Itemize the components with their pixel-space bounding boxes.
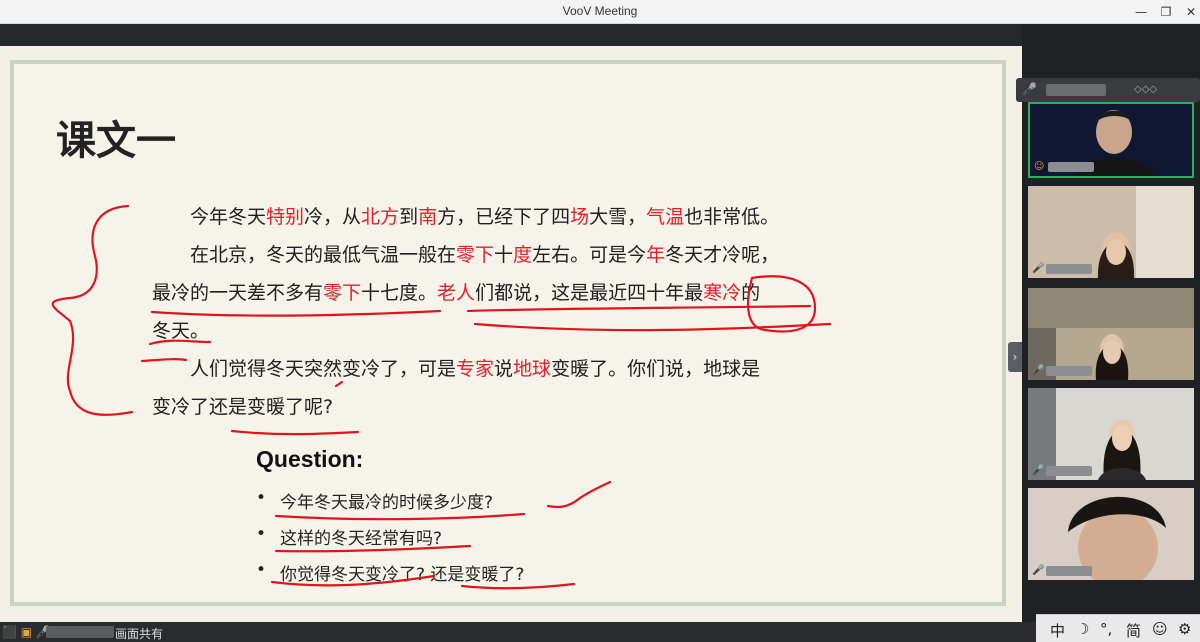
mic-icon[interactable]: 🎤 <box>1022 82 1038 98</box>
redacted-name <box>46 626 114 638</box>
highlighted-term: 特别 <box>266 206 305 228</box>
bullet: • <box>256 488 267 508</box>
ime-settings-icon[interactable]: ⚙ <box>1178 620 1191 638</box>
highlighted-term: 北方 <box>361 206 400 228</box>
mic-icon: 🎤 <box>1032 263 1045 274</box>
paragraph-text: 十七度。 <box>361 282 438 304</box>
paragraph-text: 在北京，冬天的最低气温一般在 <box>190 244 457 266</box>
paragraph-text: 变冷了还是变暖了呢? <box>152 396 334 418</box>
highlighted-term: 场 <box>570 206 590 228</box>
paragraph-text: 冷，从 <box>304 206 362 228</box>
participant-icon: ☺ <box>1034 161 1045 172</box>
video-tile[interactable]: 🎤 <box>1028 288 1194 380</box>
paragraph-line-5: 人们觉得冬天突然变冷了，可是专家说地球变暖了。你们说，地球是 <box>190 350 760 388</box>
redacted-name <box>1048 162 1094 172</box>
paragraph-text: 们都说，这是最近四十年最 <box>475 282 704 304</box>
ime-punctuation[interactable]: °, <box>1100 620 1112 638</box>
mic-icon: 🎤 <box>1032 565 1045 576</box>
paragraph-text: 冬天才冷呢， <box>665 244 780 266</box>
video-tile[interactable]: 🎤 <box>1028 488 1194 580</box>
mic-icon: 🎤 <box>1032 465 1045 476</box>
paragraph-text: 到 <box>399 206 419 228</box>
paragraph-text: 说 <box>494 358 514 380</box>
redacted-name <box>1046 84 1106 96</box>
participant-panel-header[interactable]: 🎤 ◇◇◇ <box>1016 78 1200 102</box>
lesson-title: 课文一 <box>56 118 176 164</box>
slide: 课文一 今年冬天特别冷，从北方到南方，已经下了四场大雪，气温也非常低。 在北京，… <box>0 46 1022 622</box>
highlighted-term: 地球 <box>513 358 552 380</box>
ime-moon-icon[interactable]: ☽ <box>1076 620 1089 638</box>
question-item: • 这样的冬天经常有吗? <box>256 524 443 549</box>
highlighted-term: 零下 <box>456 244 495 266</box>
highlighted-term: 气温 <box>646 206 685 228</box>
window-titlebar: VooV Meeting — ❐ ✕ <box>0 0 1200 24</box>
bullet: • <box>256 524 267 544</box>
paragraph-text: 方，已经下了四 <box>437 206 571 228</box>
video-tile[interactable]: 🎤 <box>1028 388 1194 480</box>
ime-simplified[interactable]: 简 <box>1126 620 1141 641</box>
paragraph-text: 今年冬天 <box>190 206 267 228</box>
highlighted-term: 南 <box>418 206 438 228</box>
ime-toolbar: 中 ☽ °, 简 ☺ ⚙ <box>1036 614 1200 642</box>
ime-chinese-mode[interactable]: 中 <box>1050 620 1065 641</box>
video-tile[interactable]: ☺ <box>1028 102 1194 178</box>
status-bar: ⬛ ▣ 🎤 画面共有 <box>0 622 1200 642</box>
paragraph-text: 变暖了。你们说，地球是 <box>551 358 761 380</box>
highlighted-term: 度 <box>513 244 533 266</box>
paragraph-text: 冬天。 <box>152 320 210 342</box>
highlighted-term: 年 <box>646 244 666 266</box>
paragraph-line-2: 在北京，冬天的最低气温一般在零下十度左右。可是今年冬天才冷呢， <box>190 236 779 274</box>
close-button[interactable]: ✕ <box>1178 2 1200 22</box>
paragraph-text: 的 <box>741 282 761 304</box>
window-title: VooV Meeting <box>562 4 638 18</box>
question-text: 今年冬天最冷的时候多少度? <box>280 493 494 513</box>
question-title: Question: <box>256 446 364 472</box>
paragraph-text: 左右。可是今 <box>532 244 647 266</box>
paragraph-line-4: 冬天。 <box>152 312 209 350</box>
paragraph-line-3: 最冷的一天差不多有零下十七度。老人们都说，这是最近四十年最寒冷的 <box>152 274 760 312</box>
redacted-name <box>1046 366 1092 376</box>
highlighted-term: 零下 <box>323 282 362 304</box>
paragraph-text: 最冷的一天差不多有 <box>152 282 324 304</box>
screen-share-label: 画面共有 <box>115 627 164 641</box>
highlighted-term: 寒冷 <box>703 282 742 304</box>
paragraph-text: 人们觉得冬天突然变冷了，可是 <box>190 358 457 380</box>
redacted-name <box>1046 264 1092 274</box>
highlighted-term: 老人 <box>437 282 476 304</box>
share-status-icons[interactable]: ⬛ ▣ 🎤 <box>2 625 51 639</box>
bullet: • <box>256 560 267 580</box>
question-text: 你觉得冬天变冷了? 还是变暖了? <box>280 565 525 585</box>
redacted-name <box>1046 466 1092 476</box>
paragraph-line-6: 变冷了还是变暖了呢? <box>152 388 333 426</box>
paragraph-text: 大雪， <box>589 206 647 228</box>
highlighted-term: 专家 <box>456 358 495 380</box>
video-tile[interactable]: 🎤 <box>1028 186 1194 278</box>
collapse-panel-button[interactable]: › <box>1008 342 1022 372</box>
question-item: • 你觉得冬天变冷了? 还是变暖了? <box>256 560 525 585</box>
minimize-button[interactable]: — <box>1128 2 1154 22</box>
question-text: 这样的冬天经常有吗? <box>280 529 443 549</box>
question-item: • 今年冬天最冷的时候多少度? <box>256 488 494 513</box>
mic-icon: 🎤 <box>1032 365 1045 376</box>
ime-emoji-icon[interactable]: ☺ <box>1152 620 1168 638</box>
maximize-button[interactable]: ❐ <box>1153 2 1179 22</box>
shared-screen: 课文一 今年冬天特别冷，从北方到南方，已经下了四场大雪，气温也非常低。 在北京，… <box>0 24 1022 622</box>
redacted-name <box>1046 566 1092 576</box>
paragraph-line-1: 今年冬天特别冷，从北方到南方，已经下了四场大雪，气温也非常低。 <box>190 198 779 236</box>
paragraph-text: 十 <box>494 244 514 266</box>
paragraph-text: 也非常低。 <box>684 206 780 228</box>
gallery-view-icon[interactable]: ◇◇◇ <box>1134 84 1180 96</box>
